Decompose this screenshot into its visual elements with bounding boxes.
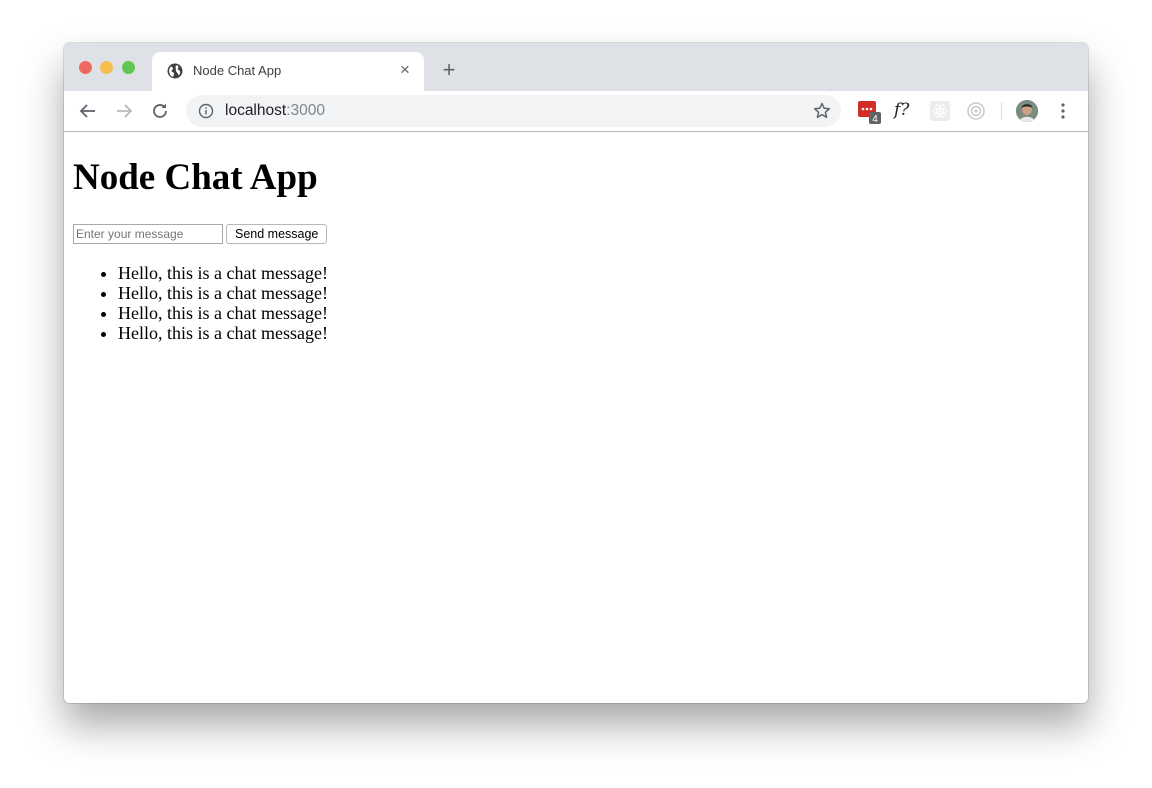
send-message-button[interactable]: Send message <box>226 224 328 244</box>
address-bar[interactable]: localhost:3000 <box>186 95 841 127</box>
message-list: Hello, this is a chat message! Hello, th… <box>78 263 328 343</box>
close-tab-icon[interactable]: × <box>396 61 414 79</box>
more-menu-icon[interactable] <box>1054 101 1072 121</box>
maximize-window-button[interactable] <box>122 61 135 74</box>
lastpass-icon[interactable]: 4 <box>858 100 882 124</box>
font-detector-icon[interactable]: f? <box>894 100 916 120</box>
new-tab-button[interactable]: + <box>438 59 460 82</box>
toolbar-separator <box>1001 102 1002 120</box>
bookmark-star-icon[interactable] <box>812 101 832 121</box>
url-host: localhost <box>225 102 287 119</box>
tab-node-chat-app[interactable]: Node Chat App × <box>152 52 424 91</box>
globe-icon <box>167 63 183 79</box>
close-window-button[interactable] <box>79 61 92 74</box>
forward-arrow-icon[interactable] <box>113 100 135 122</box>
message-item: Hello, this is a chat message! <box>118 323 328 343</box>
browser-window: Node Chat App × + localhost:3000 4 f? No… <box>64 43 1088 703</box>
tab-strip: Node Chat App × + <box>64 43 1088 91</box>
profile-avatar[interactable] <box>1016 100 1038 122</box>
target-icon[interactable] <box>966 101 986 121</box>
message-item: Hello, this is a chat message! <box>118 283 328 303</box>
message-input[interactable] <box>73 224 223 244</box>
minimize-window-button[interactable] <box>100 61 113 74</box>
url-port: :3000 <box>286 102 325 119</box>
message-item: Hello, this is a chat message! <box>118 263 328 283</box>
url-text: localhost:3000 <box>225 102 325 120</box>
message-item: Hello, this is a chat message! <box>118 303 328 323</box>
page-title: Node Chat App <box>73 157 318 198</box>
page-content: Node Chat App Send message Hello, this i… <box>64 132 1088 703</box>
react-devtools-icon[interactable] <box>930 101 950 121</box>
reload-icon[interactable] <box>149 100 171 122</box>
tab-title: Node Chat App <box>193 63 282 78</box>
browser-toolbar: localhost:3000 4 f? <box>64 91 1088 132</box>
back-arrow-icon[interactable] <box>77 100 99 122</box>
info-icon[interactable] <box>198 103 214 119</box>
lastpass-badge: 4 <box>872 114 878 124</box>
